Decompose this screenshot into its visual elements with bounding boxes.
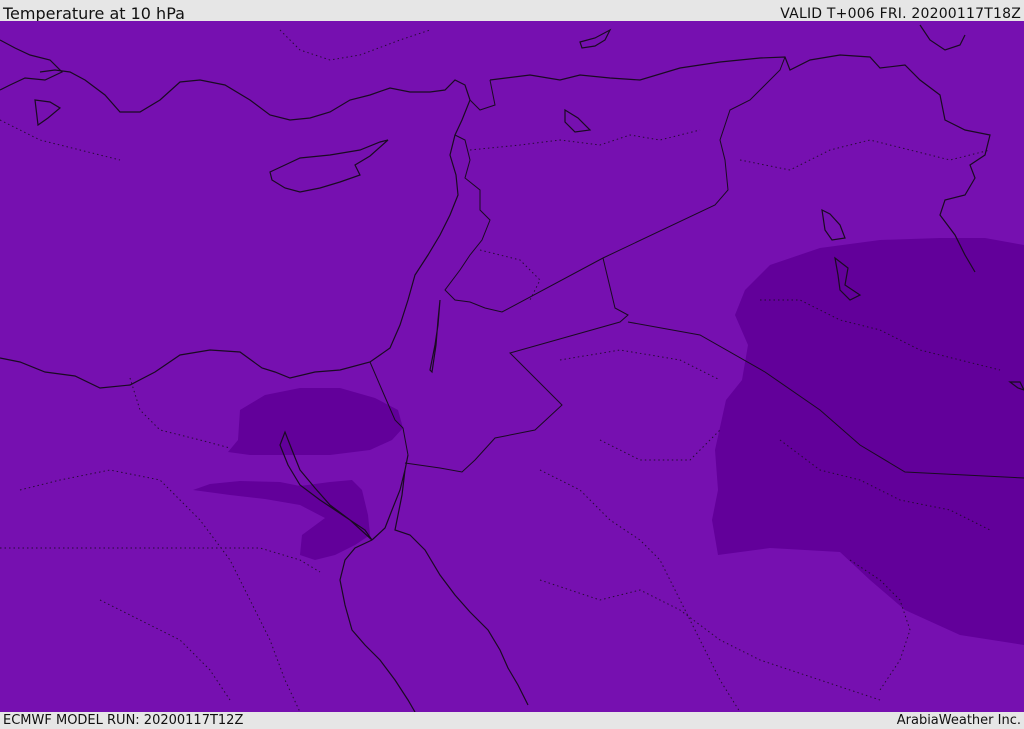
model-run-label: ECMWF MODEL RUN: 20200117T12Z [3, 713, 244, 728]
valid-time: VALID T+006 FRI. 20200117T18Z [780, 6, 1021, 22]
weather-map[interactable] [0, 21, 1024, 712]
header-bar: Temperature at 10 hPa VALID T+006 FRI. 2… [0, 0, 1024, 23]
credit-label: ArabiaWeather Inc. [896, 713, 1021, 728]
footer-bar: ECMWF MODEL RUN: 20200117T12Z ArabiaWeat… [0, 712, 1024, 729]
